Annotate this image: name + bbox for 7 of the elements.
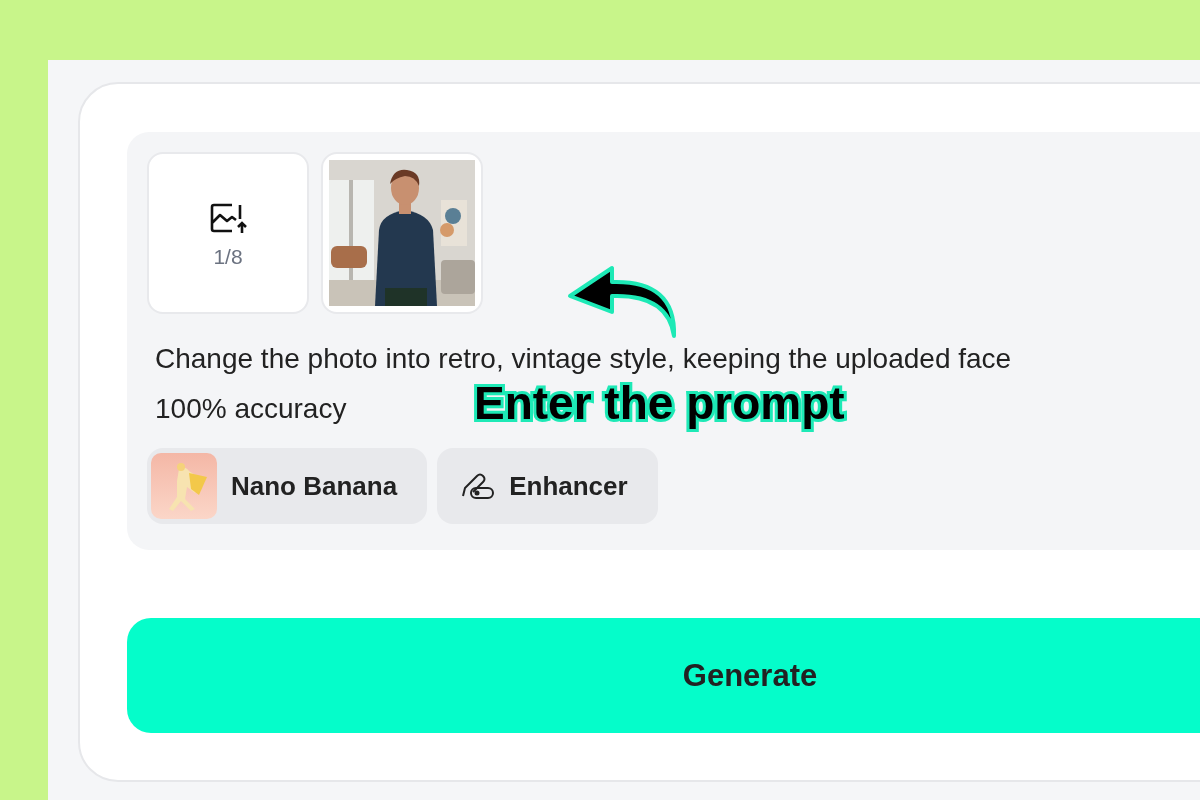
generate-button[interactable]: Generate — [127, 618, 1200, 733]
upload-button[interactable]: 1/8 — [147, 152, 309, 314]
pencil-toggle-icon — [461, 472, 496, 500]
option-chip[interactable]: Nano Banana — [147, 448, 428, 524]
option-chip[interactable]: Enhancer — [437, 448, 658, 524]
photo-thumbnail[interactable] — [321, 152, 483, 314]
prompt-text[interactable]: 100% accuracy — [155, 384, 347, 434]
